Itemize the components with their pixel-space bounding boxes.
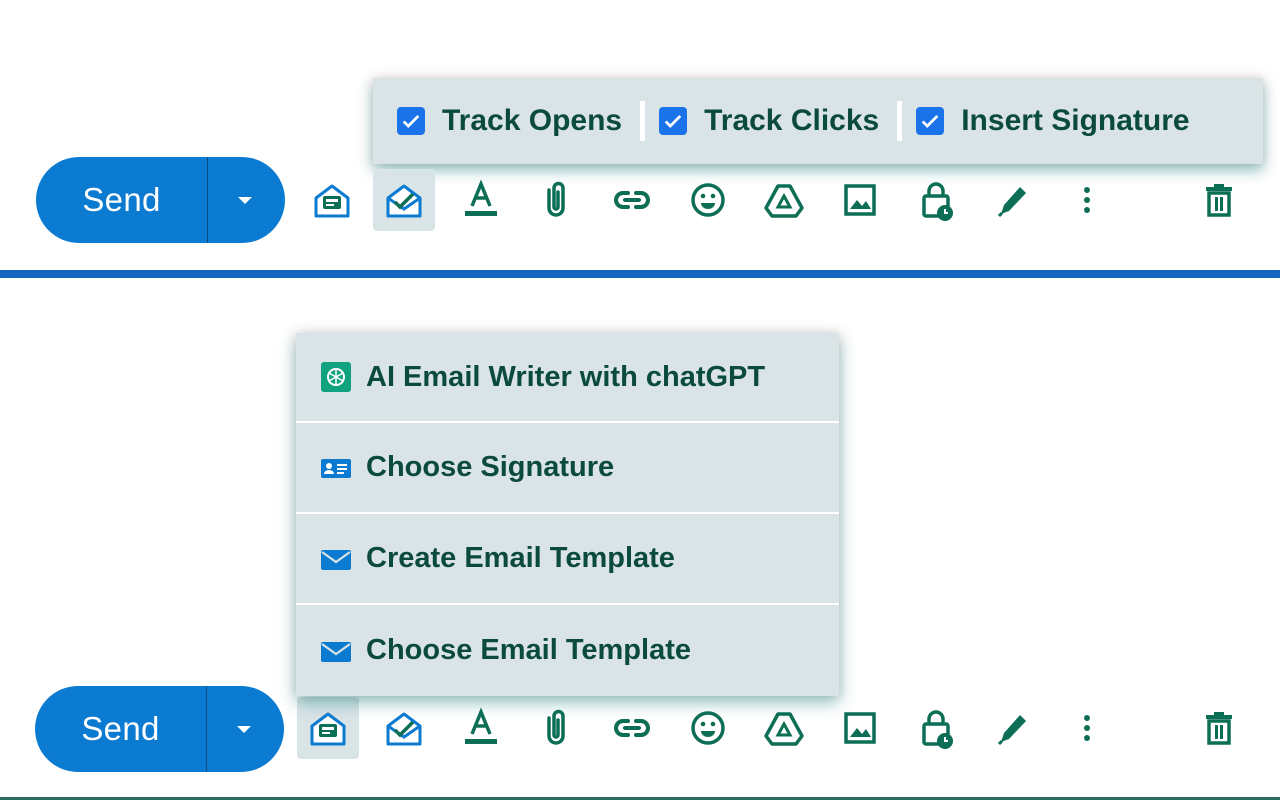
tracking-envelope-button[interactable] — [373, 697, 435, 759]
track-clicks-label: Track Clicks — [704, 104, 880, 137]
check-icon — [921, 114, 939, 128]
trash-icon — [1206, 184, 1232, 217]
template-envelope-icon — [310, 712, 346, 746]
attachment-icon — [547, 181, 565, 217]
menu-label: Create Email Template — [366, 542, 675, 574]
menu-item-choose-signature[interactable]: Choose Signature — [296, 423, 839, 514]
tracking-envelope-icon — [386, 712, 422, 746]
track-clicks-checkbox[interactable] — [659, 107, 688, 135]
track-opens-label: Track Opens — [442, 104, 623, 137]
link-icon — [614, 191, 650, 209]
attachment-icon — [547, 709, 565, 745]
emoji-button[interactable] — [677, 169, 739, 231]
insert-signature-checkbox[interactable] — [916, 107, 945, 135]
track-opens-option[interactable]: Track Opens — [397, 78, 622, 164]
drive-icon — [764, 184, 804, 218]
panel-divider — [0, 270, 1280, 278]
envelope-icon — [320, 635, 352, 667]
track-opens-checkbox[interactable] — [397, 107, 425, 135]
send-button[interactable]: Send — [36, 157, 207, 243]
more-options-icon — [1084, 715, 1090, 741]
attachment-button[interactable] — [525, 697, 587, 759]
signature-pen-icon — [997, 187, 1026, 218]
text-format-icon — [465, 179, 497, 216]
signature-pen-icon — [997, 715, 1026, 746]
send-split-button: Send — [36, 157, 285, 243]
emoji-icon — [691, 711, 725, 745]
menu-item-ai-email-writer[interactable]: AI Email Writer with chatGPT — [296, 333, 839, 423]
confidential-lock-icon — [922, 710, 953, 749]
id-card-icon — [320, 452, 352, 484]
link-button[interactable] — [601, 169, 663, 231]
text-format-button[interactable] — [450, 169, 512, 231]
signature-button[interactable] — [981, 697, 1043, 759]
option-separator — [640, 101, 646, 141]
attachment-button[interactable] — [525, 169, 587, 231]
trash-icon — [1206, 712, 1232, 745]
drive-icon — [764, 712, 804, 746]
menu-label: AI Email Writer with chatGPT — [366, 360, 766, 393]
signature-button[interactable] — [981, 169, 1043, 231]
insert-signature-label: Insert Signature — [961, 104, 1190, 137]
image-button[interactable] — [829, 169, 891, 231]
discard-button[interactable] — [1188, 169, 1250, 231]
image-button[interactable] — [829, 697, 891, 759]
template-envelope-icon — [314, 184, 350, 218]
check-icon — [664, 114, 682, 128]
check-icon — [402, 114, 420, 128]
link-button[interactable] — [601, 697, 663, 759]
template-envelope-button[interactable] — [301, 169, 363, 231]
confidential-button[interactable] — [905, 697, 967, 759]
caret-down-icon — [237, 196, 252, 204]
track-clicks-option[interactable]: Track Clicks — [659, 78, 879, 164]
confidential-button[interactable] — [905, 169, 967, 231]
template-envelope-button[interactable] — [297, 697, 359, 759]
send-split-button: Send — [35, 686, 284, 772]
text-format-button[interactable] — [450, 697, 512, 759]
confidential-lock-icon — [922, 182, 953, 221]
more-options-button[interactable] — [1056, 697, 1118, 759]
tracking-envelope-icon — [386, 184, 422, 218]
menu-item-create-email-template[interactable]: Create Email Template — [296, 514, 839, 605]
menu-label: Choose Signature — [366, 451, 615, 483]
image-icon — [844, 184, 876, 216]
menu-item-choose-email-template[interactable]: Choose Email Template — [296, 605, 839, 696]
menu-label: Choose Email Template — [366, 634, 691, 666]
tracking-envelope-button[interactable] — [373, 169, 435, 231]
emoji-icon — [691, 183, 725, 217]
caret-down-icon — [236, 725, 251, 733]
text-format-icon — [465, 707, 497, 744]
link-icon — [614, 719, 650, 737]
more-options-button[interactable] — [1056, 169, 1118, 231]
discard-button[interactable] — [1188, 697, 1250, 759]
send-button[interactable]: Send — [35, 686, 206, 772]
envelope-icon — [320, 543, 352, 575]
emoji-button[interactable] — [677, 697, 739, 759]
image-icon — [844, 712, 876, 744]
insert-signature-option[interactable]: Insert Signature — [916, 78, 1190, 164]
chatgpt-icon — [320, 361, 352, 393]
tracking-options-popup: Track Opens Track Clicks Insert Signatur… — [373, 78, 1263, 164]
drive-button[interactable] — [753, 169, 815, 231]
template-menu: AI Email Writer with chatGPT Choose Sign… — [296, 333, 839, 696]
send-options-dropdown[interactable] — [207, 686, 284, 772]
option-separator — [897, 101, 903, 141]
drive-button[interactable] — [753, 697, 815, 759]
send-options-dropdown[interactable] — [208, 157, 285, 243]
compose-panel-tracking: Track Opens Track Clicks Insert Signatur… — [0, 0, 1280, 270]
more-options-icon — [1084, 187, 1090, 213]
